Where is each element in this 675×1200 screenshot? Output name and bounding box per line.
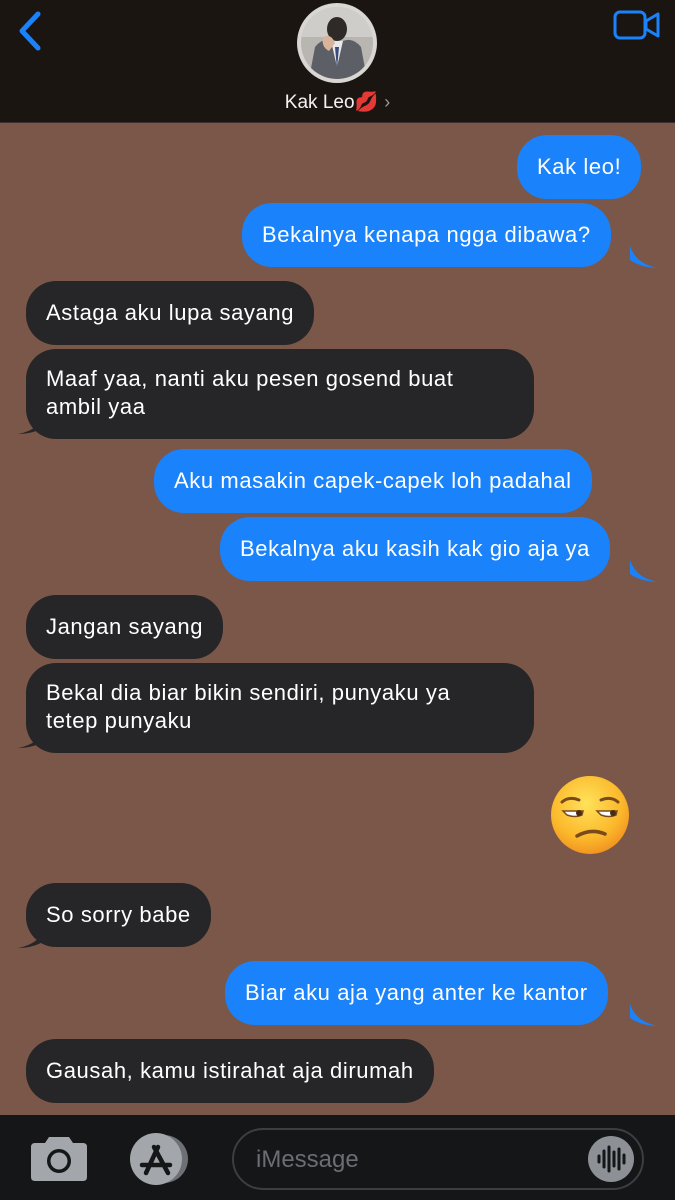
bubble-tail: [630, 1004, 658, 1026]
incoming-message[interactable]: Jangan sayang: [26, 595, 224, 659]
contact-name: Kak Leo💋: [284, 92, 379, 113]
message-text: Bekalnya kenapa ngga dibawa?: [262, 222, 591, 247]
imessage-field[interactable]: [232, 1128, 644, 1190]
bubble-tail: [630, 560, 658, 582]
incoming-message[interactable]: Bekal dia biar bikin sendiri, punyaku ya…: [26, 663, 534, 753]
message-text: Kak leo!: [537, 154, 622, 179]
message-text-line: Bekal dia biar bikin sendiri, punyaku ya: [46, 680, 451, 705]
video-camera-icon: [613, 10, 660, 40]
message-text: Jangan sayang: [46, 614, 204, 639]
bubble-tail: [630, 246, 658, 268]
message-text: Gausah, kamu istirahat aja dirumah: [46, 1058, 414, 1083]
camera-icon: [31, 1137, 87, 1181]
app-store-button[interactable]: [124, 1131, 196, 1187]
message-text-line: ambil yaa: [46, 394, 146, 419]
contact-name-button[interactable]: Kak Leo💋 ›: [0, 90, 675, 114]
message-text-line: tetep punyaku: [46, 708, 193, 733]
outgoing-message[interactable]: Kak leo!: [517, 135, 642, 199]
bubble-tail: [18, 412, 46, 434]
message-text: Astaga aku lupa sayang: [46, 300, 295, 325]
outgoing-message[interactable]: Bekalnya kenapa ngga dibawa?: [242, 203, 611, 267]
camera-button[interactable]: [27, 1135, 91, 1183]
outgoing-message[interactable]: Biar aku aja yang anter ke kantor: [225, 961, 608, 1025]
back-button[interactable]: [12, 8, 52, 54]
audio-waveform-icon: [597, 1145, 626, 1173]
outgoing-message[interactable]: Bekalnya aku kasih kak gio aja ya: [220, 517, 610, 581]
outgoing-message[interactable]: Aku masakin capek-capek loh padahal: [154, 449, 592, 513]
contact-avatar[interactable]: [297, 3, 377, 83]
incoming-message[interactable]: Astaga aku lupa sayang: [26, 281, 315, 345]
message-input[interactable]: [256, 1144, 576, 1176]
message-text: So sorry babe: [46, 902, 191, 927]
bubble-tail: [18, 926, 46, 948]
conversation-header: Kak Leo💋 ›: [0, 0, 675, 123]
video-call-button[interactable]: [613, 10, 661, 40]
message-text: Aku masakin capek-capek loh padahal: [174, 468, 572, 493]
bubble-tail: [18, 726, 46, 748]
audio-message-button[interactable]: [588, 1136, 634, 1182]
message-text-line: Maaf yaa, nanti aku pesen gosend buat: [46, 366, 454, 391]
unamused-face-emoji[interactable]: [549, 774, 631, 856]
message-input-bar: [0, 1115, 675, 1200]
message-text: Bekalnya aku kasih kak gio aja ya: [240, 536, 590, 561]
incoming-message[interactable]: Maaf yaa, nanti aku pesen gosend buat am…: [26, 349, 534, 439]
message-text: Biar aku aja yang anter ke kantor: [245, 980, 588, 1005]
incoming-message[interactable]: So sorry babe: [26, 883, 211, 947]
app-store-icon: [130, 1133, 188, 1185]
incoming-message[interactable]: Gausah, kamu istirahat aja dirumah: [26, 1039, 434, 1103]
chevron-left-icon: [19, 11, 41, 51]
chevron-right-icon: ›: [384, 92, 391, 112]
